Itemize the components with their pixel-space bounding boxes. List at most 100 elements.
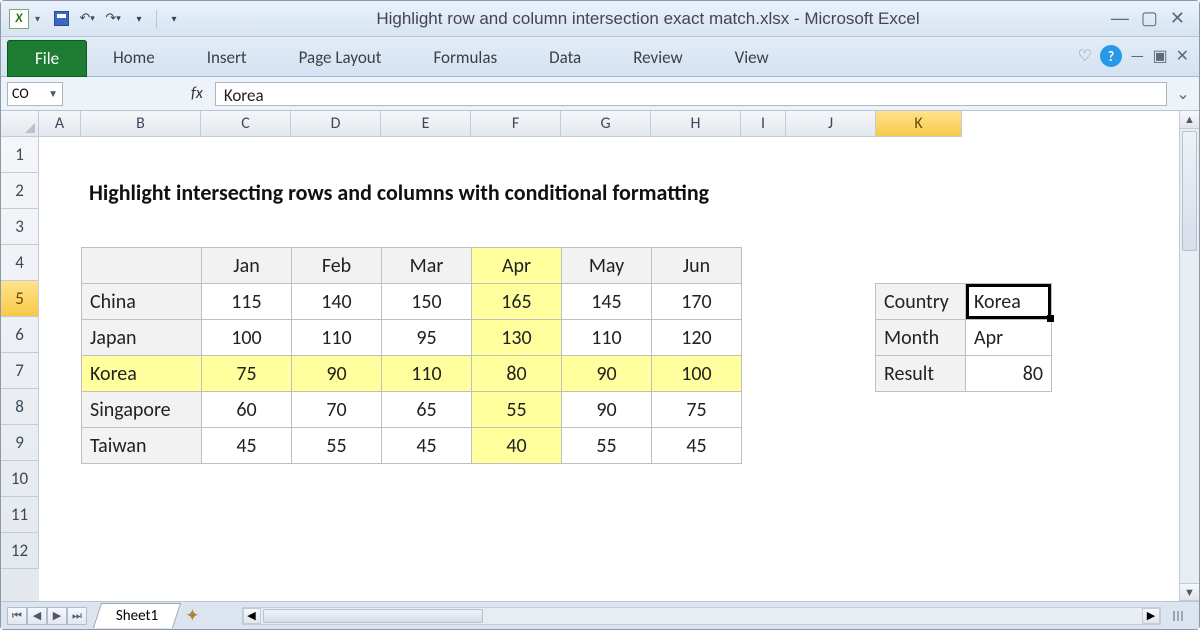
vertical-scrollbar[interactable]: ▲ ▼ — [1179, 111, 1199, 601]
table-cell[interactable]: 100 — [202, 320, 292, 356]
table-cell[interactable]: 110 — [562, 320, 652, 356]
table-colhead[interactable]: May — [562, 248, 652, 284]
table-cell[interactable]: 55 — [562, 428, 652, 464]
table-cell[interactable]: 80 — [472, 356, 562, 392]
col-header-D[interactable]: D — [291, 111, 381, 137]
table-cell[interactable]: 110 — [292, 320, 382, 356]
qat-more-icon[interactable]: ▾ — [163, 8, 185, 30]
col-header-I[interactable]: I — [741, 111, 786, 137]
table-cell[interactable]: 90 — [562, 392, 652, 428]
row-header-3[interactable]: 3 — [1, 209, 39, 245]
row-header-5[interactable]: 5 — [1, 281, 39, 317]
col-header-F[interactable]: F — [471, 111, 561, 137]
table-cell[interactable]: 40 — [472, 428, 562, 464]
table-cell[interactable]: 100 — [652, 356, 742, 392]
cells-area[interactable]: Highlight intersecting rows and columns … — [39, 137, 1199, 601]
maximize-button[interactable]: ▢ — [1141, 8, 1158, 29]
col-header-B[interactable]: B — [81, 111, 201, 137]
lookup-table[interactable]: CountryKoreaMonthAprResult80 — [875, 283, 1052, 392]
vscroll-thumb[interactable] — [1182, 131, 1197, 251]
table-cell[interactable]: 165 — [472, 284, 562, 320]
tab-review[interactable]: Review — [607, 39, 708, 76]
save-button[interactable] — [50, 8, 72, 30]
data-table[interactable]: JanFebMarAprMayJunChina11514015016514517… — [81, 247, 742, 464]
lookup-value[interactable]: Apr — [966, 320, 1052, 356]
table-rowlabel[interactable]: China — [82, 284, 202, 320]
table-cell[interactable]: 75 — [202, 356, 292, 392]
row-header-10[interactable]: 10 — [1, 461, 39, 497]
row-header-8[interactable]: 8 — [1, 389, 39, 425]
row-header-12[interactable]: 12 — [1, 533, 39, 569]
table-rowlabel[interactable]: Japan — [82, 320, 202, 356]
scroll-down-button[interactable]: ▼ — [1180, 583, 1199, 601]
table-cell[interactable]: 115 — [202, 284, 292, 320]
table-cell[interactable]: 145 — [562, 284, 652, 320]
workbook-minimize-button[interactable]: — — [1130, 47, 1144, 66]
row-header-11[interactable]: 11 — [1, 497, 39, 533]
name-box[interactable]: CO▼ — [7, 82, 63, 106]
table-cell[interactable]: 150 — [382, 284, 472, 320]
row-header-4[interactable]: 4 — [1, 245, 39, 281]
col-header-E[interactable]: E — [381, 111, 471, 137]
table-rowlabel[interactable]: Singapore — [82, 392, 202, 428]
ribbon-minimize-icon[interactable]: ♡ — [1078, 46, 1092, 66]
table-cell[interactable]: 55 — [472, 392, 562, 428]
table-cell[interactable]: 75 — [652, 392, 742, 428]
app-menu-dropdown-icon[interactable]: ▾ — [35, 12, 40, 25]
hscroll-thumb[interactable] — [263, 609, 483, 623]
tab-formulas[interactable]: Formulas — [407, 39, 523, 76]
minimize-button[interactable]: — — [1111, 8, 1129, 29]
table-cell[interactable]: 60 — [202, 392, 292, 428]
split-handle[interactable] — [1163, 611, 1193, 621]
col-header-K[interactable]: K — [876, 111, 962, 137]
redo-button[interactable]: ↷▾ — [102, 8, 124, 30]
lookup-value[interactable]: 80 — [966, 356, 1052, 392]
table-colhead[interactable]: Jun — [652, 248, 742, 284]
row-header-2[interactable]: 2 — [1, 173, 39, 209]
tab-home[interactable]: Home — [87, 39, 181, 76]
lookup-value[interactable]: Korea — [966, 284, 1052, 320]
worksheet-grid[interactable]: ABCDEFGHIJK 123456789101112 Highlight in… — [1, 111, 1199, 601]
table-colhead[interactable]: Apr — [472, 248, 562, 284]
table-cell[interactable]: 55 — [292, 428, 382, 464]
table-rowlabel[interactable]: Korea — [82, 356, 202, 392]
help-button[interactable]: ? — [1100, 45, 1122, 67]
table-cell[interactable]: 130 — [472, 320, 562, 356]
formula-input[interactable]: Korea — [215, 82, 1167, 106]
col-header-G[interactable]: G — [561, 111, 651, 137]
tab-data[interactable]: Data — [523, 39, 607, 76]
table-cell[interactable]: 170 — [652, 284, 742, 320]
tab-page-layout[interactable]: Page Layout — [273, 39, 408, 76]
table-cell[interactable]: 45 — [652, 428, 742, 464]
workbook-close-button[interactable]: ✕ — [1176, 46, 1189, 66]
table-cell[interactable]: 120 — [652, 320, 742, 356]
table-cell[interactable]: 90 — [292, 356, 382, 392]
row-header-9[interactable]: 9 — [1, 425, 39, 461]
scroll-up-button[interactable]: ▲ — [1180, 111, 1199, 129]
scroll-left-button[interactable]: ◀ — [243, 608, 261, 624]
table-cell[interactable]: 45 — [202, 428, 292, 464]
row-header-7[interactable]: 7 — [1, 353, 39, 389]
table-rowlabel[interactable]: Taiwan — [82, 428, 202, 464]
table-cell[interactable]: 45 — [382, 428, 472, 464]
table-colhead[interactable]: Mar — [382, 248, 472, 284]
tab-nav-first[interactable]: ⏮ — [7, 607, 27, 625]
workbook-restore-button[interactable]: ▣ — [1152, 46, 1167, 66]
tab-nav-next[interactable]: ▶ — [47, 607, 67, 625]
table-cell[interactable]: 110 — [382, 356, 472, 392]
formula-expand-icon[interactable]: ⌄ — [1173, 84, 1193, 104]
table-cell[interactable]: 90 — [562, 356, 652, 392]
qat-customize-icon[interactable]: ▾ — [128, 8, 150, 30]
scroll-right-button[interactable]: ▶ — [1142, 608, 1160, 624]
sheet-tab-sheet1[interactable]: Sheet1 — [93, 603, 181, 628]
fx-icon[interactable]: fx — [185, 84, 209, 103]
tab-nav-prev[interactable]: ◀ — [27, 607, 47, 625]
excel-app-icon[interactable]: X — [9, 9, 29, 29]
close-button[interactable]: ✕ — [1170, 8, 1185, 29]
undo-button[interactable]: ↶▾ — [76, 8, 98, 30]
horizontal-scrollbar[interactable]: ◀ ▶ — [242, 607, 1162, 625]
table-cell[interactable]: 140 — [292, 284, 382, 320]
new-sheet-button[interactable]: ✦ — [185, 605, 199, 626]
row-header-6[interactable]: 6 — [1, 317, 39, 353]
table-cell[interactable]: 95 — [382, 320, 472, 356]
